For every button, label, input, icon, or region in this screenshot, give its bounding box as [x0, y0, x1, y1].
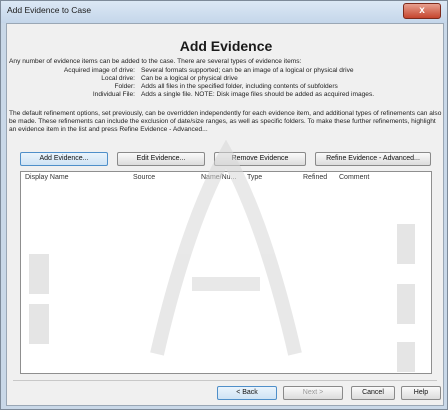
evidence-type-row: Acquired image of drive: Several formats… — [7, 67, 445, 75]
column-header-display-name[interactable]: Display Name — [25, 174, 69, 181]
page-heading: Add Evidence — [179, 38, 273, 54]
back-button[interactable]: < Back — [217, 386, 277, 400]
title-bar[interactable]: Add Evidence to Case x — [1, 1, 447, 23]
evidence-type-desc: Adds a single file. NOTE: Disk image fil… — [141, 91, 375, 98]
column-header-refined[interactable]: Refined — [303, 174, 327, 181]
evidence-type-desc: Several formats supported; can be an ima… — [141, 67, 354, 74]
evidence-list-header: Display Name Source Name/Nu... Type Refi… — [21, 172, 431, 186]
evidence-type-row: Local drive: Can be a logical or physica… — [7, 75, 445, 83]
footer-separator — [13, 380, 437, 381]
evidence-type-desc: Adds all files in the specified folder, … — [141, 83, 338, 90]
edit-evidence-button[interactable]: Edit Evidence... — [117, 152, 205, 166]
help-button[interactable]: Help — [401, 386, 441, 400]
close-button[interactable]: x — [403, 3, 441, 19]
refinement-description: The default refinement options, set prev… — [9, 110, 442, 133]
intro-text: Any number of evidence items can be adde… — [9, 58, 302, 65]
window-title: Add Evidence to Case — [7, 5, 92, 15]
cancel-button[interactable]: Cancel — [351, 386, 395, 400]
evidence-type-name: Folder: — [114, 83, 135, 90]
column-header-type[interactable]: Type — [247, 174, 262, 181]
next-button[interactable]: Next > — [283, 386, 343, 400]
refine-evidence-advanced-button[interactable]: Refine Evidence - Advanced... — [315, 152, 431, 166]
evidence-list[interactable]: Display Name Source Name/Nu... Type Refi… — [20, 171, 432, 374]
evidence-types-list: Acquired image of drive: Several formats… — [7, 67, 445, 99]
evidence-type-desc: Can be a logical or physical drive — [141, 75, 238, 82]
add-evidence-button[interactable]: Add Evidence... — [20, 152, 108, 166]
column-header-comment[interactable]: Comment — [339, 174, 369, 181]
dialog-client-area: Add Evidence Any number of evidence item… — [6, 23, 444, 406]
evidence-type-name: Individual File: — [92, 91, 135, 98]
column-header-name-number[interactable]: Name/Nu... — [201, 174, 236, 181]
column-header-source[interactable]: Source — [133, 174, 155, 181]
evidence-type-row: Individual File: Adds a single file. NOT… — [7, 91, 445, 99]
evidence-type-name: Acquired image of drive: — [63, 67, 135, 74]
close-icon: x — [419, 5, 425, 16]
dialog-window: Add Evidence to Case x Add Evidence Any … — [0, 0, 448, 410]
evidence-type-name: Local drive: — [101, 75, 135, 82]
evidence-type-row: Folder: Adds all files in the specified … — [7, 83, 445, 91]
remove-evidence-button[interactable]: Remove Evidence — [214, 152, 306, 166]
